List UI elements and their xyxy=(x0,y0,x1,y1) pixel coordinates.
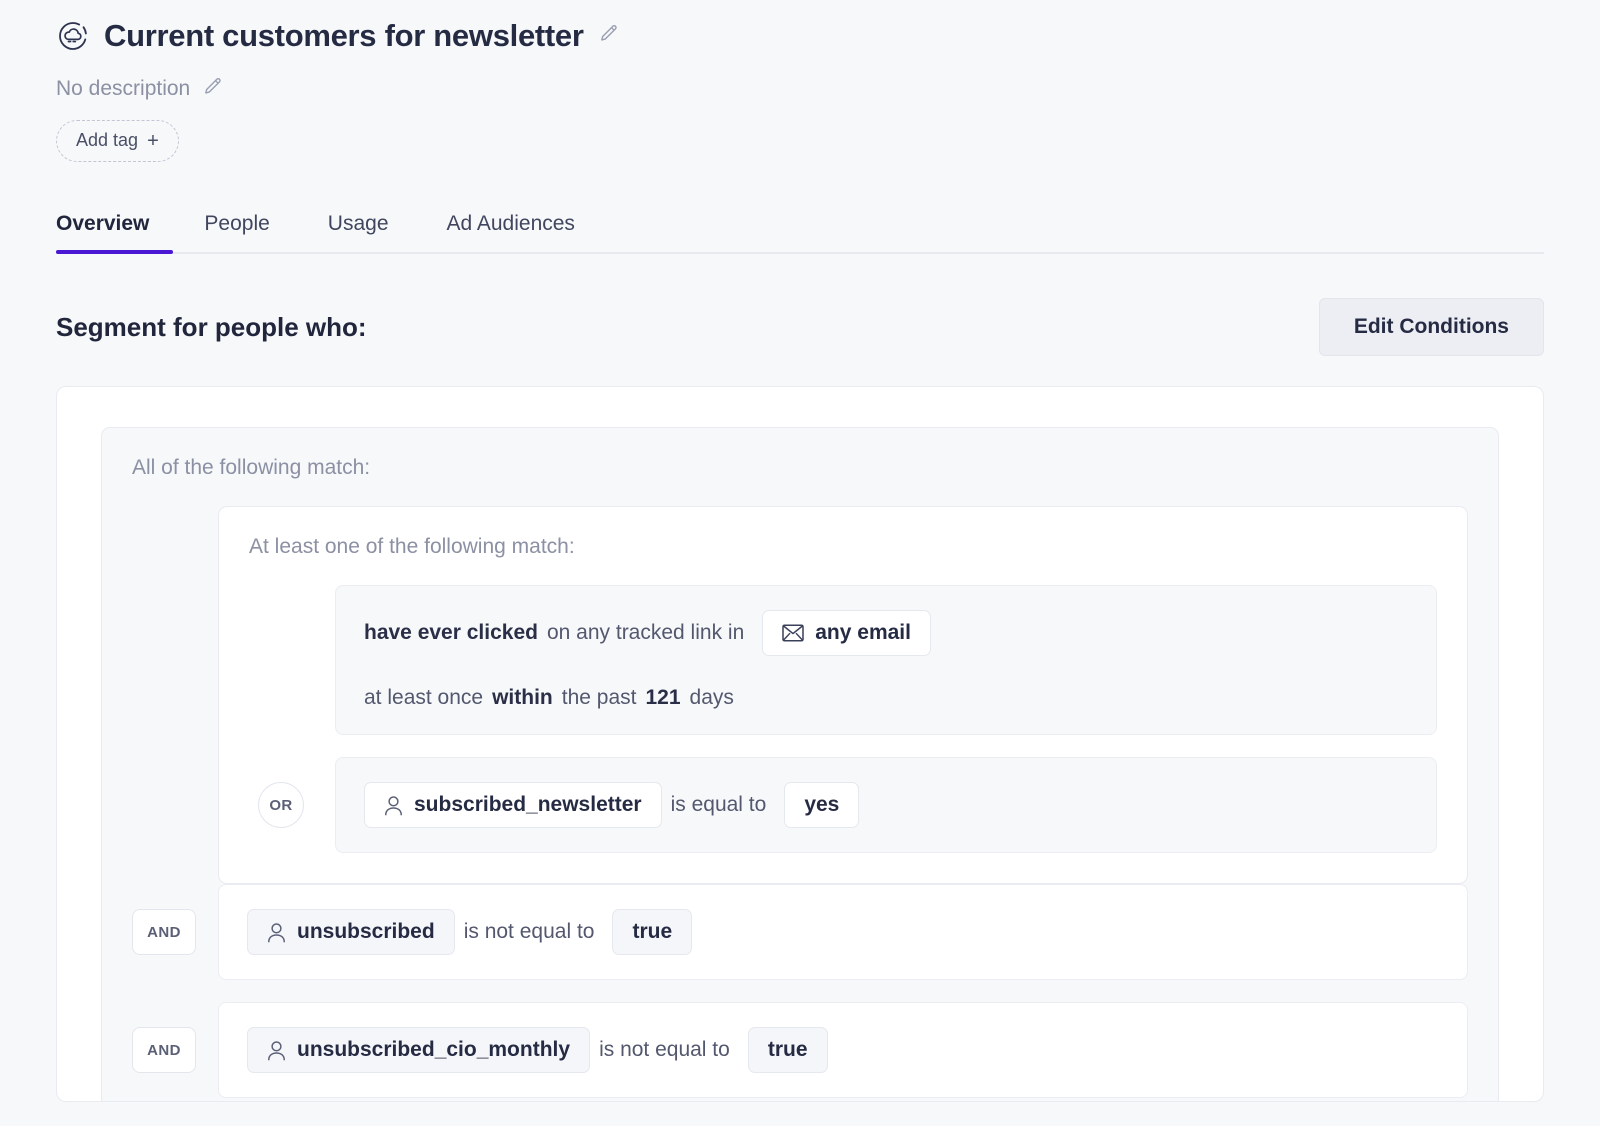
person-icon xyxy=(267,1040,286,1061)
email-chip-label: any email xyxy=(815,621,911,644)
and-badge[interactable]: AND xyxy=(132,1027,196,1073)
value-chip[interactable]: yes xyxy=(784,782,860,828)
all-match-group: All of the following match: At least one… xyxy=(101,427,1499,1101)
condition-row: OR subscribed_newsletter is equal to yes xyxy=(249,757,1437,853)
segment-heading: Segment for people who: xyxy=(56,311,367,342)
envelope-icon xyxy=(782,624,804,642)
plus-icon: + xyxy=(147,129,159,152)
attribute-chip[interactable]: subscribed_newsletter xyxy=(364,782,662,828)
description-text: No description xyxy=(56,77,191,100)
condition-line-1: have ever clicked on any tracked link in xyxy=(364,610,1408,656)
condition-subscribed-newsletter[interactable]: subscribed_newsletter is equal to yes xyxy=(335,757,1437,853)
attribute-chip-label: unsubscribed_cio_monthly xyxy=(297,1038,571,1061)
email-chip[interactable]: any email xyxy=(762,610,931,656)
add-tag-button[interactable]: Add tag + xyxy=(56,120,179,162)
timeframe-text: the past xyxy=(561,686,637,709)
operator-text: is not equal to xyxy=(599,1038,730,1061)
page-header: Current customers for newsletter No desc… xyxy=(56,0,1544,162)
attribute-chip-label: subscribed_newsletter xyxy=(414,793,642,816)
tab-people[interactable]: People xyxy=(175,212,298,252)
add-tag-label: Add tag xyxy=(76,130,139,150)
condition-line-1: unsubscribed_cio_monthly is not equal to… xyxy=(247,1027,1439,1073)
person-icon xyxy=(384,795,403,816)
tab-ad-audiences[interactable]: Ad Audiences xyxy=(418,212,604,252)
tab-usage[interactable]: Usage xyxy=(299,212,418,252)
conditions-card: All of the following match: At least one… xyxy=(56,386,1544,1102)
joiner-slot: AND xyxy=(132,909,196,955)
description-edit-pencil-icon[interactable] xyxy=(202,76,223,102)
title-edit-pencil-icon[interactable] xyxy=(598,23,619,49)
all-match-label: All of the following match: xyxy=(132,456,371,479)
tab-overview[interactable]: Overview xyxy=(56,212,175,254)
value-chip[interactable]: true xyxy=(747,1027,828,1073)
condition-verb: have ever clicked xyxy=(364,621,538,644)
cloud-in-circle-icon xyxy=(56,19,90,53)
condition-line-1: unsubscribed is not equal to true xyxy=(247,909,1439,955)
any-match-label: At least one of the following match: xyxy=(249,535,575,558)
condition-unsubscribed[interactable]: unsubscribed is not equal to true xyxy=(218,884,1468,980)
operator-text: is equal to xyxy=(670,793,767,816)
any-match-group: At least one of the following match: hav… xyxy=(218,506,1468,884)
joiner-slot: OR xyxy=(249,782,313,828)
frequency-text: at least once xyxy=(364,686,484,709)
tab-bar: Overview People Usage Ad Audiences xyxy=(56,198,1544,254)
condition-row: AND unsubscribed_cio_monthly is not equa… xyxy=(132,1002,1468,1098)
condition-clicked-link[interactable]: have ever clicked on any tracked link in xyxy=(335,585,1437,735)
condition-line-1: subscribed_newsletter is equal to yes xyxy=(364,782,1408,828)
condition-row: AND unsubscribed is not equal to true xyxy=(132,884,1468,980)
timeframe-value: 121 xyxy=(645,686,681,709)
attribute-chip[interactable]: unsubscribed_cio_monthly xyxy=(247,1027,591,1073)
condition-row: have ever clicked on any tracked link in xyxy=(249,585,1437,735)
description-row: No description xyxy=(56,76,1544,102)
operator-text: is not equal to xyxy=(463,920,595,943)
condition-text: on any tracked link in xyxy=(546,621,745,644)
and-badge[interactable]: AND xyxy=(132,909,196,955)
title-row: Current customers for newsletter xyxy=(56,18,1544,54)
edit-conditions-button[interactable]: Edit Conditions xyxy=(1318,298,1544,356)
timeframe-unit: days xyxy=(689,686,734,709)
tag-row: Add tag + xyxy=(56,120,1544,162)
segment-header: Segment for people who: Edit Conditions xyxy=(56,298,1544,356)
attribute-chip-label: unsubscribed xyxy=(297,920,435,943)
person-icon xyxy=(267,922,286,943)
condition-line-2: at least once within the past 121 days xyxy=(364,686,1408,710)
or-badge[interactable]: OR xyxy=(258,782,304,828)
condition-unsubscribed-cio-monthly[interactable]: unsubscribed_cio_monthly is not equal to… xyxy=(218,1002,1468,1098)
page-title: Current customers for newsletter xyxy=(104,18,584,53)
joiner-slot: AND xyxy=(132,1027,196,1073)
attribute-chip[interactable]: unsubscribed xyxy=(247,909,455,955)
timeframe-operator: within xyxy=(492,686,553,709)
segment-detail-page: Current customers for newsletter No desc… xyxy=(0,0,1600,1126)
value-chip[interactable]: true xyxy=(612,909,693,955)
